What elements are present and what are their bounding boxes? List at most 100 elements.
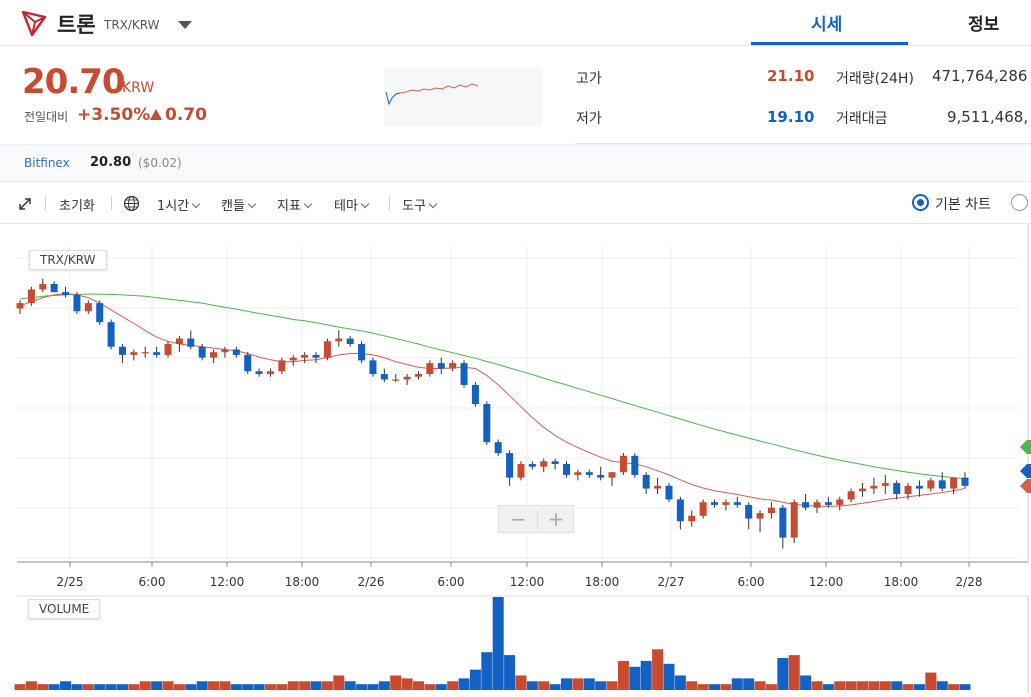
volume-bar [469, 669, 481, 690]
candle-body [221, 349, 229, 353]
theme-dropdown[interactable]: 테마 [334, 195, 370, 214]
basic-chart-radio[interactable] [912, 194, 929, 211]
candle-body [574, 472, 582, 475]
candle-body [187, 338, 195, 347]
volume-bar [310, 681, 322, 690]
volume-label: VOLUME [28, 599, 101, 619]
candle-body [460, 363, 468, 385]
x-tick-label: 18:00 [285, 575, 320, 589]
volume-bar [800, 675, 812, 690]
volume-bar [424, 684, 436, 690]
toolbar-divider [389, 196, 390, 210]
globe-icon[interactable] [123, 195, 140, 212]
zoom-out-button[interactable]: − [499, 507, 537, 531]
price-chart-area[interactable]: 2/25 6:00 12:00 18:00 2/26 6:00 12:00 18:00 2/27… [0, 224, 1031, 693]
candle-body [266, 371, 274, 374]
chart-pair-label: TRX/KRW [29, 250, 107, 270]
x-tick-label: 12:00 [809, 575, 844, 589]
volume-bar [321, 681, 333, 690]
candle-body [642, 474, 650, 489]
candle-body [790, 502, 798, 538]
amount-value: 9,511,468, [947, 108, 1029, 126]
volume-bar [447, 681, 459, 690]
alt-chart-radio[interactable] [1011, 194, 1028, 211]
candle-body [893, 483, 901, 494]
volume-bar [572, 678, 584, 690]
candle-body [904, 485, 912, 494]
x-tick-label: 6:00 [738, 575, 765, 589]
volume-bar [253, 684, 265, 690]
volume-bar [709, 684, 721, 690]
candle-body [62, 292, 70, 295]
ticker-panel: 20.70 KRW 전일대비 +3.50% 0.70 고가 21.10 거래량(… [0, 46, 1031, 144]
volume-bar [151, 681, 163, 690]
candle-body [244, 354, 252, 372]
volume-bar [230, 684, 242, 690]
interval-label: 1시간 [157, 199, 190, 214]
chart-toolbar: 초기화 1시간 캔들 지표 테마 도구 기본 차트 [0, 182, 1031, 224]
volume-bar [481, 652, 493, 690]
candle-body [711, 502, 719, 505]
volume-bar [731, 678, 743, 690]
candle-body [335, 338, 343, 342]
volume-bar [891, 681, 903, 690]
volume-bar [287, 681, 299, 690]
candle-body [73, 294, 81, 312]
volume-bar [264, 684, 276, 690]
candle-body [278, 360, 286, 372]
candle-body [756, 513, 764, 519]
volume-bar [173, 684, 185, 690]
basic-chart-label: 기본 차트 [935, 197, 991, 213]
chevron-down-icon [191, 199, 201, 209]
candle-dropdown[interactable]: 캔들 [221, 195, 257, 214]
indicator-dropdown[interactable]: 지표 [277, 195, 313, 214]
candle-body [426, 363, 434, 374]
candle-body [585, 472, 593, 475]
tab-info[interactable]: 정보 [968, 10, 999, 35]
volume-bar [652, 649, 664, 690]
interval-dropdown[interactable]: 1시간 [157, 195, 201, 214]
volume-bar [105, 684, 117, 690]
coin-select-caret-icon[interactable] [178, 21, 192, 29]
x-tick-label: 2/28 [956, 575, 983, 589]
candle-body [665, 485, 673, 500]
volume-bar [617, 660, 629, 690]
exchange-name[interactable]: Bitfinex [24, 156, 70, 170]
candle-body [699, 502, 707, 516]
candle-body [392, 379, 400, 381]
reset-button[interactable]: 초기화 [59, 195, 95, 214]
candle-body [27, 289, 35, 304]
volume-bar [663, 663, 675, 690]
candle-body [847, 491, 855, 500]
volume-bar [948, 684, 960, 690]
volume-bar [925, 672, 937, 690]
change-rate: +3.50% [77, 105, 151, 125]
exchange-diff: ($0.02) [138, 156, 182, 170]
volume-bar [845, 681, 857, 690]
candle-body [608, 472, 616, 478]
candle-body [346, 338, 354, 344]
volume-bar [356, 684, 368, 690]
current-price: 20.70 [22, 62, 126, 102]
ma-long-price-marker [1020, 440, 1031, 454]
candle-body [50, 284, 58, 293]
volume-bar [868, 681, 880, 690]
volume-bar [37, 684, 49, 690]
tools-dropdown[interactable]: 도구 [402, 195, 438, 214]
tab-quote[interactable]: 시세 [811, 10, 842, 35]
candle-body [859, 488, 867, 492]
x-tick-label: 2/27 [658, 575, 685, 589]
volume-bar [743, 678, 755, 690]
low-value: 19.10 [767, 108, 815, 126]
volume-bar [913, 684, 925, 690]
candlestick-chart[interactable]: 2/25 6:00 12:00 18:00 2/26 6:00 12:00 18:00 2/27… [0, 224, 1031, 693]
volume-bar [777, 658, 789, 690]
candle-body [528, 464, 536, 467]
zoom-in-button[interactable]: + [537, 507, 575, 531]
volume-bar [902, 684, 914, 690]
chevron-down-icon [247, 199, 257, 209]
volume-value: 471,764,286 [932, 67, 1028, 85]
expand-icon[interactable] [18, 197, 32, 211]
candle-body [551, 461, 559, 464]
candle-body [403, 376, 411, 380]
